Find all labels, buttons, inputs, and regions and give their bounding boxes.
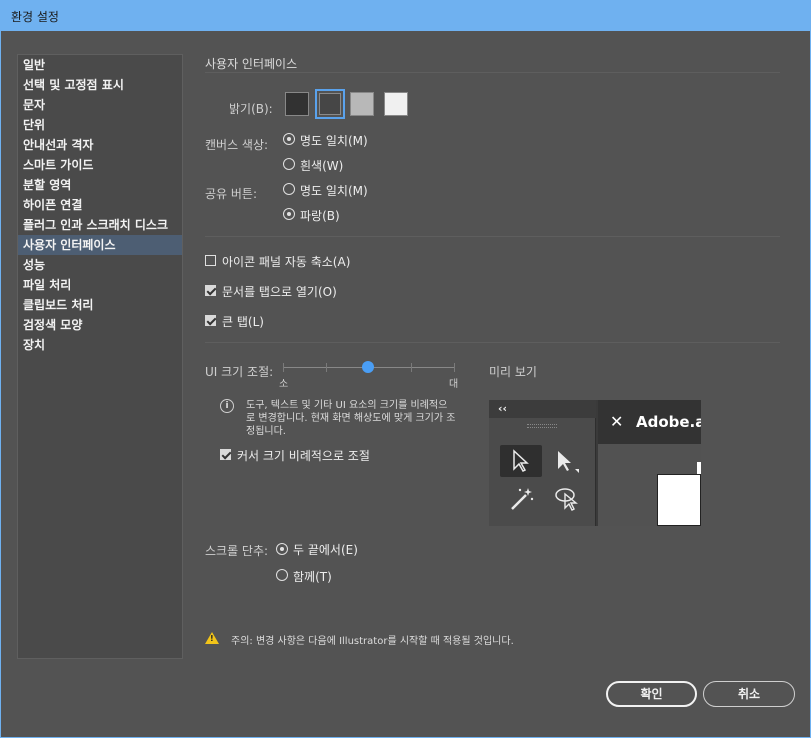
sidebar-item-appearance-of-black[interactable]: 검정색 모양 bbox=[18, 315, 182, 335]
restart-warning-text: 주의: 변경 사항은 다음에 Illustrator를 시작할 때 적용될 것입… bbox=[231, 636, 514, 647]
selection-tool-icon bbox=[513, 449, 529, 472]
scroll-buttons-together-label[interactable]: 함께(T) bbox=[293, 568, 332, 585]
canvas-color-match-radio[interactable] bbox=[283, 133, 295, 145]
cancel-button[interactable]: 취소 bbox=[703, 681, 795, 707]
brightness-swatch-medium-dark[interactable] bbox=[315, 89, 345, 119]
info-icon: i bbox=[220, 399, 234, 413]
sidebar-item-smart-guides[interactable]: 스마트 가이드 bbox=[18, 155, 182, 175]
open-docs-as-tabs-checkbox[interactable] bbox=[205, 285, 216, 296]
share-button-match-label[interactable]: 명도 일치(M) bbox=[300, 182, 368, 199]
sidebar-item-clipboard-handling[interactable]: 클립보드 처리 bbox=[18, 295, 182, 315]
slider-tick bbox=[411, 363, 412, 372]
sidebar-item-file-handling[interactable]: 파일 처리 bbox=[18, 275, 182, 295]
section-divider bbox=[205, 72, 780, 73]
sidebar-item-devices[interactable]: 장치 bbox=[18, 335, 182, 355]
section-title: 사용자 인터페이스 bbox=[205, 57, 298, 71]
title-bar: 환경 설정 bbox=[0, 0, 811, 31]
open-docs-as-tabs-label[interactable]: 문서를 탭으로 열기(O) bbox=[222, 283, 337, 300]
ok-button[interactable]: 확인 bbox=[606, 681, 697, 707]
direct-selection-tool-icon bbox=[558, 451, 579, 473]
sidebar-item-plugins-scratch-disks[interactable]: 플러그 인과 스크래치 디스크 bbox=[18, 215, 182, 235]
close-icon: ✕ bbox=[610, 412, 624, 431]
ui-preview: ‹‹ ✕ Adobe.ai bbox=[489, 400, 701, 526]
sidebar-item-selection-anchor-display[interactable]: 선택 및 고정점 표시 bbox=[18, 75, 182, 95]
window-title: 환경 설정 bbox=[11, 10, 59, 24]
slider-tick bbox=[283, 363, 284, 372]
canvas-color-white-radio[interactable] bbox=[283, 158, 295, 170]
scroll-buttons-label: 스크롤 단추: bbox=[205, 544, 269, 558]
ui-scale-label: UI 크기 조절: bbox=[205, 365, 274, 379]
share-button-label: 공유 버튼: bbox=[205, 187, 258, 201]
share-button-blue-label[interactable]: 파랑(B) bbox=[300, 207, 340, 224]
ui-scale-max-label: 대 bbox=[449, 379, 459, 390]
canvas-color-match-label[interactable]: 명도 일치(M) bbox=[300, 132, 368, 149]
slider-tick bbox=[454, 363, 455, 372]
canvas-color-label: 캔버스 색상: bbox=[205, 138, 269, 152]
auto-collapse-icon-panels-label[interactable]: 아이콘 패널 자동 축소(A) bbox=[222, 253, 350, 270]
collapse-chevron-icon: ‹‹ bbox=[498, 402, 508, 415]
preview-label: 미리 보기 bbox=[489, 365, 537, 379]
canvas-color-white-label[interactable]: 흰색(W) bbox=[300, 157, 343, 174]
preview-doc-name: Adobe.ai bbox=[636, 413, 701, 431]
scroll-buttons-at-ends-label[interactable]: 두 끝에서(E) bbox=[293, 541, 358, 558]
preview-artboard bbox=[657, 474, 701, 526]
sidebar-item-performance[interactable]: 성능 bbox=[18, 255, 182, 275]
scale-cursor-label[interactable]: 커서 크기 비례적으로 조절 bbox=[237, 447, 370, 464]
auto-collapse-icon-panels-checkbox[interactable] bbox=[205, 255, 216, 266]
warning-icon: ! bbox=[205, 632, 219, 644]
sidebar-item-units[interactable]: 단위 bbox=[18, 115, 182, 135]
sidebar-item-hyphenation[interactable]: 하이픈 연결 bbox=[18, 195, 182, 215]
scroll-buttons-together-radio[interactable] bbox=[276, 569, 288, 581]
ui-scale-slider-thumb[interactable] bbox=[362, 361, 374, 373]
brightness-swatch-medium-light[interactable] bbox=[350, 92, 374, 116]
large-tabs-label[interactable]: 큰 탭(L) bbox=[222, 313, 264, 330]
preview-artboard-edge bbox=[697, 462, 701, 474]
sidebar-item-type[interactable]: 문자 bbox=[18, 95, 182, 115]
brightness-label: 밝기(B): bbox=[229, 102, 273, 116]
ui-scale-min-label: 소 bbox=[279, 379, 289, 390]
panel-grip-icon bbox=[527, 424, 557, 428]
large-tabs-checkbox[interactable] bbox=[205, 315, 216, 326]
sidebar-item-general[interactable]: 일반 bbox=[18, 55, 182, 75]
lasso-tool-icon bbox=[555, 488, 578, 511]
scale-cursor-checkbox[interactable] bbox=[220, 449, 231, 460]
scroll-buttons-at-ends-radio[interactable] bbox=[276, 543, 288, 555]
divider-2 bbox=[205, 342, 780, 343]
brightness-swatch-light[interactable] bbox=[384, 92, 408, 116]
category-list: 일반 선택 및 고정점 표시 문자 단위 안내선과 격자 스마트 가이드 분할 … bbox=[17, 54, 183, 659]
ui-scale-info-text: 도구, 텍스트 및 기타 UI 요소의 크기를 비례적으로 변경합니다. 현재 … bbox=[246, 400, 456, 437]
sidebar-item-slices[interactable]: 분할 영역 bbox=[18, 175, 182, 195]
slider-tick bbox=[326, 363, 327, 372]
share-button-match-radio[interactable] bbox=[283, 183, 295, 195]
magic-wand-tool-icon bbox=[511, 488, 534, 510]
sidebar-item-user-interface[interactable]: 사용자 인터페이스 bbox=[18, 235, 182, 255]
sidebar-item-guides-grid[interactable]: 안내선과 격자 bbox=[18, 135, 182, 155]
divider-1 bbox=[205, 236, 780, 237]
brightness-swatch-dark[interactable] bbox=[285, 92, 309, 116]
share-button-blue-radio[interactable] bbox=[283, 208, 295, 220]
